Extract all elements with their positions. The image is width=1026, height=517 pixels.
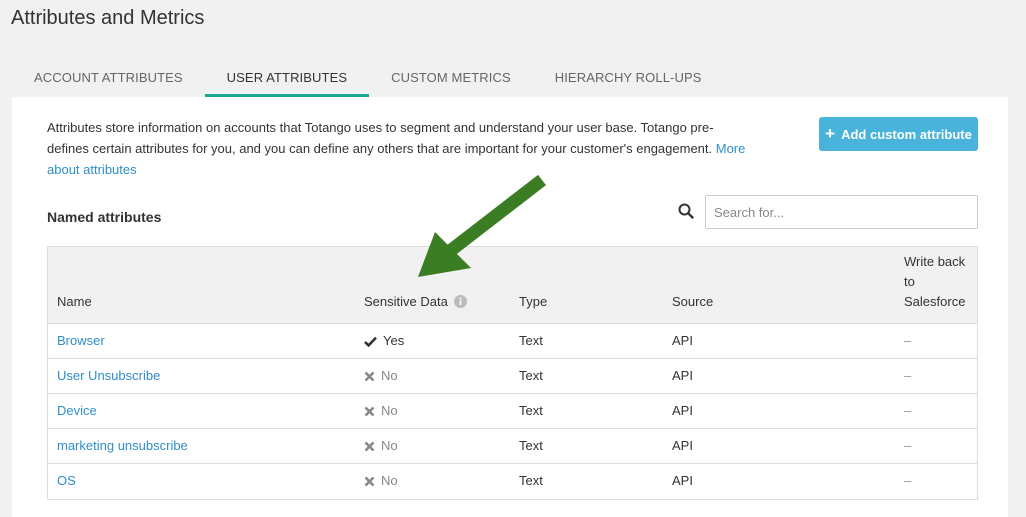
header-type[interactable]: Type	[519, 292, 547, 312]
search-icon[interactable]	[678, 203, 694, 219]
sensitive-value: No	[381, 473, 398, 488]
attribute-name-link[interactable]: User Unsubscribe	[57, 359, 160, 393]
header-write-back-to-salesforce[interactable]: Write back to Salesforce	[904, 252, 965, 312]
tab-custom-metrics[interactable]: CUSTOM METRICS	[369, 62, 533, 97]
sensitive-cell: No	[364, 429, 398, 463]
table-row: marketing unsubscribe No Text API –	[48, 429, 977, 464]
sensitive-value: No	[381, 368, 398, 383]
writeback-cell: –	[904, 333, 912, 348]
sensitive-value: No	[381, 403, 398, 418]
content-panel: Attributes store information on accounts…	[12, 97, 1008, 517]
table-row: OS No Text API –	[48, 464, 977, 499]
sensitive-cell: No	[364, 464, 398, 498]
attribute-name-link[interactable]: marketing unsubscribe	[57, 429, 188, 463]
x-icon	[364, 441, 375, 451]
writeback-cell: –	[904, 368, 912, 383]
header-source[interactable]: Source	[672, 292, 713, 312]
attribute-name-link[interactable]: Device	[57, 394, 97, 428]
info-icon[interactable]	[454, 295, 468, 309]
tab-hierarchy-roll-ups[interactable]: HIERARCHY ROLL-UPS	[533, 62, 724, 97]
source-cell: API	[672, 333, 693, 348]
tab-account-attributes[interactable]: ACCOUNT ATTRIBUTES	[12, 62, 205, 97]
page-title: Attributes and Metrics	[11, 7, 205, 29]
source-cell: API	[672, 438, 693, 453]
add-custom-attribute-button[interactable]: + Add custom attribute	[819, 117, 978, 151]
type-cell: Text	[519, 403, 543, 418]
writeback-cell: –	[904, 438, 912, 453]
sensitive-cell: Yes	[364, 324, 404, 358]
table-header: Name Sensitive Data Type Source Write ba…	[48, 247, 977, 324]
source-cell: API	[672, 473, 693, 488]
search-input[interactable]	[705, 195, 978, 229]
sensitive-value: Yes	[383, 333, 405, 348]
source-cell: API	[672, 368, 693, 383]
x-icon	[364, 371, 375, 381]
x-icon	[364, 476, 375, 486]
intro-body: Attributes store information on accounts…	[47, 120, 716, 156]
header-sensitive-data[interactable]: Sensitive Data	[364, 292, 468, 312]
table-row: Device No Text API –	[48, 394, 977, 429]
check-icon	[364, 336, 377, 347]
plus-icon: +	[825, 123, 836, 143]
attributes-table: Name Sensitive Data Type Source Write ba…	[47, 246, 978, 500]
source-cell: API	[672, 403, 693, 418]
intro-text: Attributes store information on accounts…	[47, 117, 747, 180]
header-writeback-line-3: Salesforce	[904, 294, 966, 309]
table-row: Browser Yes Text API –	[48, 324, 977, 359]
tab-user-attributes[interactable]: USER ATTRIBUTES	[204, 62, 370, 97]
writeback-cell: –	[904, 403, 912, 418]
type-cell: Text	[519, 438, 543, 453]
section-title: Named attributes	[47, 209, 162, 225]
attribute-name-link[interactable]: OS	[57, 464, 76, 498]
header-name[interactable]: Name	[57, 292, 92, 312]
sensitive-cell: No	[364, 359, 398, 393]
type-cell: Text	[519, 368, 543, 383]
type-cell: Text	[519, 333, 543, 348]
header-writeback-line-2: to	[904, 274, 915, 289]
header-sensitive-label: Sensitive Data	[364, 294, 448, 309]
attribute-name-link[interactable]: Browser	[57, 324, 105, 358]
table-row: User Unsubscribe No Text API –	[48, 359, 977, 394]
x-icon	[364, 406, 375, 416]
tab-bar: ACCOUNT ATTRIBUTES USER ATTRIBUTES CUSTO…	[12, 62, 724, 97]
writeback-cell: –	[904, 473, 912, 488]
header-writeback-line-1: Write back	[904, 254, 966, 269]
add-custom-attribute-label: Add custom attribute	[841, 126, 972, 142]
sensitive-value: No	[381, 438, 398, 453]
sensitive-cell: No	[364, 394, 398, 428]
type-cell: Text	[519, 473, 543, 488]
